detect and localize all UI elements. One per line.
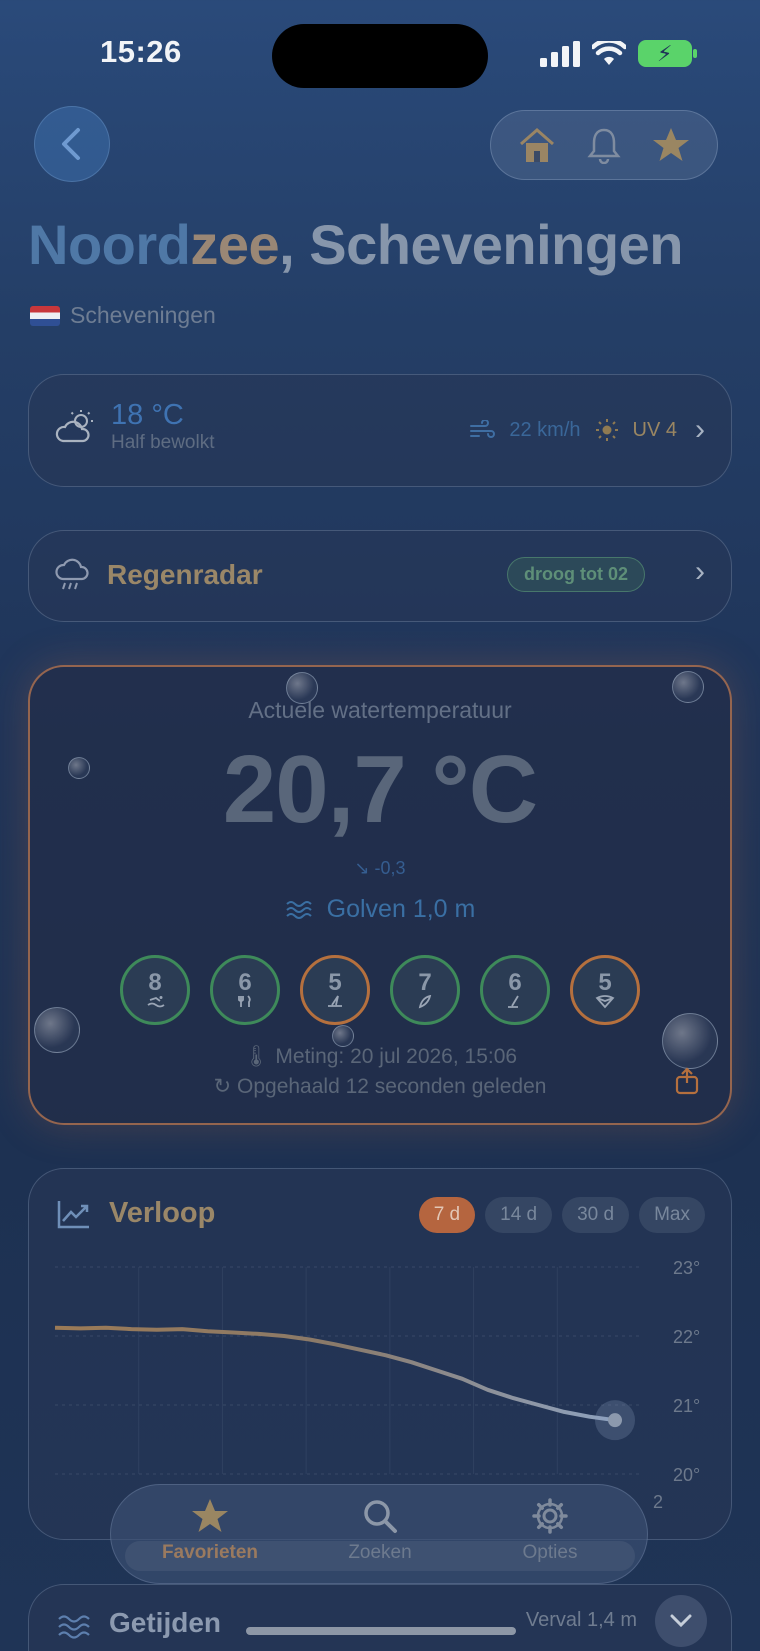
home-icon[interactable]	[517, 126, 557, 164]
share-icon[interactable]	[674, 1067, 700, 1095]
wind-icon	[470, 420, 496, 438]
radar-title: Regenradar	[107, 559, 263, 590]
score-value: 6	[508, 969, 522, 996]
range-max[interactable]: Max	[639, 1197, 705, 1233]
chevron-down-icon	[670, 1614, 692, 1628]
water-temperature-card: Actuele watertemperatuur 20,7 °C ↘ -0,3 …	[28, 665, 732, 1125]
tab-settings[interactable]: Opties	[465, 1497, 635, 1564]
star-icon[interactable]	[651, 126, 691, 164]
measurement-time: 🌡︎ Meting: 20 jul 2026, 15:06	[242, 1045, 518, 1068]
activity-score[interactable]: 5	[570, 955, 640, 1025]
x-tick-label: 2	[653, 1492, 663, 1512]
activity-score[interactable]: 5	[300, 955, 370, 1025]
bell-icon[interactable]	[586, 126, 622, 164]
location-subtitle: Scheveningen	[30, 302, 216, 329]
current-point	[608, 1413, 622, 1428]
y-tick-label: 21°	[673, 1396, 700, 1416]
tab-bar: Favorieten Zoeken Opties	[110, 1484, 648, 1584]
partly-cloudy-icon	[55, 410, 93, 443]
wifi-icon	[592, 40, 626, 65]
thermometer-icon: 🌡︎	[242, 1045, 270, 1068]
home-indicator	[246, 1627, 516, 1635]
range-7d[interactable]: 7 d	[418, 1197, 476, 1233]
score-value: 8	[148, 969, 162, 996]
range-30d[interactable]: 30 d	[562, 1197, 630, 1233]
range-selector: 7 d 14 d 30 d Max	[418, 1197, 705, 1233]
score-value: 5	[598, 969, 612, 996]
chevron-right-icon: ›	[695, 555, 705, 588]
sun-icon	[595, 419, 618, 441]
fork-knife-icon	[238, 995, 251, 1007]
water-temp-delta: ↘ -0,3	[354, 858, 406, 878]
rain-radar-card[interactable]: Regenradar droog tot 02 ›	[28, 530, 732, 622]
rain-cloud-icon	[55, 558, 89, 590]
expand-button[interactable]	[655, 1595, 707, 1647]
activity-scores: 8 6 5 7 6 5	[30, 955, 730, 1025]
tides-range: Verval 1,4 m	[525, 1609, 637, 1631]
activity-score[interactable]: 8	[120, 955, 190, 1025]
tab-favorites[interactable]: Favorieten	[125, 1497, 295, 1564]
weather-desc: Half bewolkt	[111, 432, 215, 453]
chevron-left-icon	[62, 128, 80, 160]
sup-paddle-icon	[508, 995, 519, 1008]
chevron-right-icon: ›	[695, 413, 705, 446]
kite-icon	[595, 995, 615, 1009]
search-icon	[364, 1500, 397, 1533]
signal-icon	[540, 40, 580, 67]
back-button[interactable]	[34, 106, 110, 182]
y-tick-label: 23°	[673, 1259, 700, 1278]
uv-index: UV 4	[632, 418, 677, 441]
score-value: 7	[418, 969, 432, 996]
tab-search[interactable]: Zoeken	[295, 1497, 465, 1564]
wind-speed: 22 km/h	[509, 418, 581, 441]
windsurf-icon	[328, 995, 342, 1007]
y-tick-label: 20°	[673, 1465, 700, 1485]
weather-temp: 18 °C	[111, 399, 184, 431]
gear-icon	[532, 1498, 568, 1534]
tides-title: Getijden	[109, 1607, 222, 1638]
activity-score[interactable]: 6	[210, 955, 280, 1025]
refresh-icon: ↻	[213, 1075, 232, 1098]
activity-score[interactable]: 7	[390, 955, 460, 1025]
activity-score[interactable]: 6	[480, 955, 550, 1025]
trend-up-icon	[57, 1201, 89, 1229]
surfboard-icon	[418, 995, 432, 1009]
waves-icon	[285, 900, 312, 919]
waves-icon	[58, 1615, 90, 1639]
top-actions	[490, 110, 718, 180]
battery-icon: ⚡	[638, 40, 697, 67]
water-temp-label: Actuele watertemperatuur	[248, 697, 512, 723]
range-14d[interactable]: 14 d	[485, 1197, 553, 1233]
tides-card[interactable]: Getijden Verval 1,4 m	[28, 1584, 732, 1651]
wave-height: Golven 1,0 m	[30, 895, 730, 924]
dynamic-island	[272, 24, 488, 88]
status-time: 15:26	[100, 34, 182, 69]
water-temp-value: 20,7 °C	[222, 736, 538, 843]
page-title: Noordzee, Scheveningen	[28, 213, 683, 276]
fetched-time: ↻ Opgehaald 12 seconden geleden	[213, 1075, 547, 1098]
y-tick-label: 22°	[673, 1327, 700, 1347]
star-icon	[192, 1499, 228, 1532]
status-icons: ⚡	[540, 40, 697, 67]
score-value: 6	[238, 969, 252, 996]
bubble-decoration	[332, 1025, 354, 1047]
radar-badge: droog tot 02	[507, 557, 645, 592]
netherlands-flag-icon	[30, 305, 60, 326]
weather-card[interactable]: 18 °C Half bewolkt 22 km/h UV 4 ›	[28, 374, 732, 487]
swimmer-icon	[147, 996, 165, 1008]
chart-title: Verloop	[109, 1197, 216, 1229]
score-value: 5	[328, 969, 342, 996]
